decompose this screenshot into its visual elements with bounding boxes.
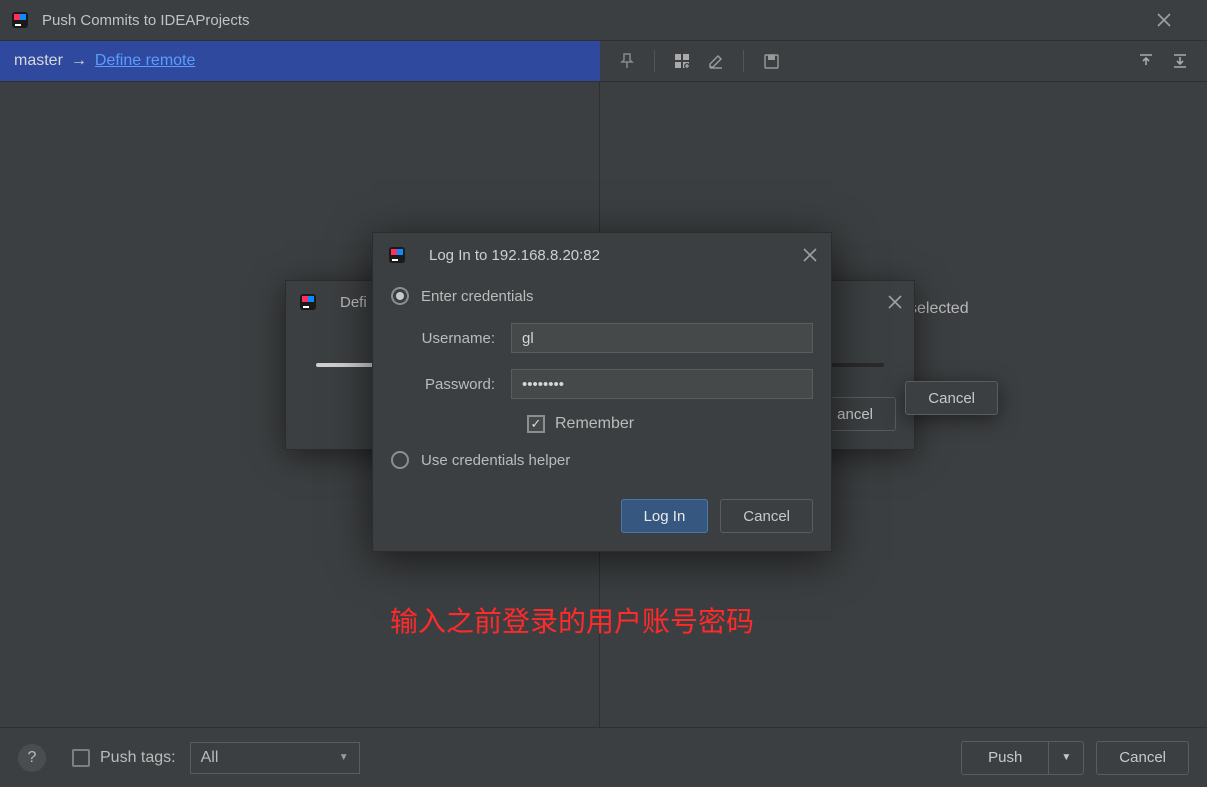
annotation-text: 输入之前登录的用户账号密码	[390, 600, 754, 640]
separator	[654, 50, 655, 72]
collapse-icon[interactable]	[1131, 46, 1161, 76]
password-row: Password:	[373, 361, 831, 407]
push-tags-combo[interactable]: All ▼	[190, 742, 360, 774]
password-label: Password:	[391, 376, 511, 393]
username-input[interactable]	[511, 323, 813, 353]
intellij-icon	[387, 245, 407, 265]
define-remote-link[interactable]: Define remote	[95, 52, 196, 70]
credentials-helper-label: Use credentials helper	[421, 452, 570, 469]
close-icon[interactable]	[803, 248, 817, 262]
intellij-icon	[298, 292, 318, 312]
cancel-button[interactable]: Cancel	[905, 381, 998, 415]
close-icon[interactable]	[1157, 13, 1197, 27]
credentials-helper-option[interactable]: Use credentials helper	[373, 441, 831, 479]
login-titlebar: Log In to 192.168.8.20:82	[373, 233, 831, 277]
login-dialog: Log In to 192.168.8.20:82 Enter credenti…	[372, 232, 832, 552]
push-dropdown-icon[interactable]: ▼	[1049, 752, 1083, 763]
pin-icon[interactable]	[612, 46, 642, 76]
expand-icon[interactable]	[1165, 46, 1195, 76]
radio-unselected-icon[interactable]	[391, 451, 409, 469]
push-tags-label: Push tags:	[100, 749, 176, 767]
grid-icon[interactable]	[667, 46, 697, 76]
arrow-icon: →	[71, 52, 87, 70]
checkbox-checked-icon[interactable]: ✓	[527, 415, 545, 433]
define-dialog-title: Defi	[340, 294, 367, 311]
intellij-icon	[10, 10, 30, 30]
login-buttons: Log In Cancel	[373, 479, 831, 551]
branch-name: master	[14, 52, 63, 70]
push-button-label[interactable]: Push	[962, 742, 1049, 774]
username-label: Username:	[391, 330, 511, 347]
push-button[interactable]: Push ▼	[961, 741, 1084, 775]
edit-icon[interactable]	[701, 46, 731, 76]
login-title-text: Log In to 192.168.8.20:82	[429, 247, 600, 264]
login-button[interactable]: Log In	[621, 499, 709, 533]
toolbar-row: master → Define remote	[0, 40, 1207, 82]
selected-label: selected	[909, 300, 969, 318]
cancel-button[interactable]: Cancel	[1096, 741, 1189, 775]
username-row: Username:	[373, 315, 831, 361]
radio-selected-icon[interactable]	[391, 287, 409, 305]
password-input[interactable]	[511, 369, 813, 399]
remember-row[interactable]: ✓ Remember	[373, 407, 831, 441]
remember-label: Remember	[555, 415, 634, 433]
footer-bar: ? Push tags: All ▼ Push ▼ Cancel	[0, 727, 1207, 787]
branch-selector[interactable]: master → Define remote	[0, 41, 600, 81]
chevron-down-icon: ▼	[339, 752, 349, 763]
push-tags-checkbox[interactable]	[72, 749, 90, 767]
cancel-button[interactable]: Cancel	[720, 499, 813, 533]
enter-credentials-label: Enter credentials	[421, 288, 534, 305]
enter-credentials-option[interactable]: Enter credentials	[373, 277, 831, 315]
help-button[interactable]: ?	[18, 744, 46, 772]
separator	[743, 50, 744, 72]
diff-toolbar	[600, 41, 1207, 81]
save-icon[interactable]	[756, 46, 786, 76]
close-icon[interactable]	[888, 295, 902, 309]
main-titlebar: Push Commits to IDEAProjects	[0, 0, 1207, 40]
window-title: Push Commits to IDEAProjects	[42, 12, 1157, 29]
push-tags-value: All	[201, 749, 219, 767]
